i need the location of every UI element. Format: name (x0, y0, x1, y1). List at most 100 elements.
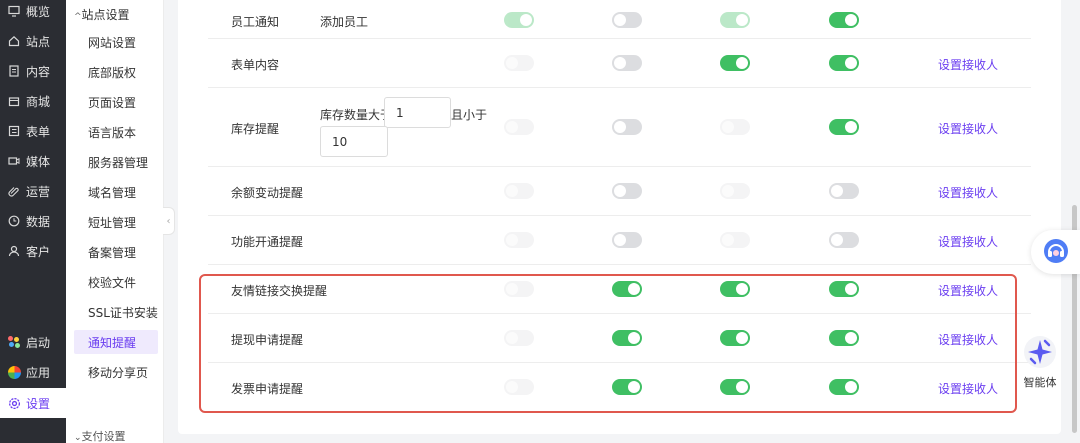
toggle-switch[interactable] (612, 12, 642, 28)
nav-item-overview[interactable]: 概览 (0, 0, 66, 26)
nav-label: 媒体 (26, 154, 51, 169)
document-icon (6, 65, 22, 77)
sub-nav-item[interactable]: 备案管理 (74, 240, 158, 264)
row-label: 库存提醒 (231, 122, 280, 136)
toggle-switch[interactable] (720, 183, 750, 199)
toggle-switch[interactable] (829, 119, 859, 135)
nav-label: 运营 (26, 184, 51, 199)
main-nav: 概览 站点 内容 商城 表单 媒体 运营 数据 客户 启动 应用 设置 (0, 0, 66, 443)
notification-row: 库存提醒 库存数量大于 1 且小于 10 设置接收人 (208, 88, 1031, 167)
nav-label: 数据 (26, 214, 51, 229)
toggle-switch[interactable] (612, 183, 642, 199)
nav-label: 客户 (26, 244, 51, 259)
toggle-switch[interactable] (829, 12, 859, 28)
toggle-switch[interactable] (829, 232, 859, 248)
toggle-switch[interactable] (504, 232, 534, 248)
set-recipients-link[interactable]: 设置接收人 (938, 233, 998, 250)
customer-service-button[interactable] (1031, 230, 1080, 274)
sub-nav-item[interactable]: SSL证书安装 (74, 300, 158, 324)
nav-item-operations[interactable]: 运营 (0, 176, 66, 206)
row-label: 员工通知 (231, 15, 280, 29)
nav-item-apps[interactable]: 应用 (0, 357, 66, 387)
collapse-sidebar-handle[interactable]: ‹ (163, 207, 175, 235)
gear-icon (6, 397, 22, 410)
form-icon (6, 125, 22, 137)
video-icon (6, 155, 22, 167)
chevron-down-icon: ⌄ (74, 433, 82, 443)
toggle-switch[interactable] (504, 12, 534, 28)
toggle-switch[interactable] (504, 55, 534, 71)
notification-row: 余额变动提醒 设置接收人 (208, 167, 1031, 216)
toggle-switch[interactable] (829, 183, 859, 199)
paperclip-icon (6, 185, 22, 197)
sub-nav: ^站点设置 网站设置 底部版权 页面设置 语言版本 服务器管理 域名管理 短址管… (66, 0, 164, 443)
nav-label: 站点 (26, 34, 51, 49)
stock-max-input[interactable]: 10 (320, 126, 388, 157)
clock-icon (6, 215, 22, 227)
agent-star-icon (1023, 336, 1057, 372)
smart-agent-label: 智能体 (1023, 376, 1057, 389)
nav-label: 内容 (26, 64, 51, 79)
sub-nav-item[interactable]: 校验文件 (74, 270, 158, 294)
sub-nav-item[interactable]: 移动分享页 (74, 360, 158, 384)
toggle-switch[interactable] (720, 12, 750, 28)
toggle-switch[interactable] (720, 119, 750, 135)
toggle-switch[interactable] (504, 183, 534, 199)
monitor-icon (6, 5, 22, 17)
set-recipients-link[interactable]: 设置接收人 (938, 184, 998, 201)
sub-nav-group-title[interactable]: ^站点设置 (74, 6, 130, 23)
nav-label: 商城 (26, 94, 51, 109)
nav-item-launch[interactable]: 启动 (0, 327, 66, 357)
sub-nav-item[interactable]: 网站设置 (74, 30, 158, 54)
set-recipients-link[interactable]: 设置接收人 (938, 120, 998, 137)
chevron-left-icon: ‹ (166, 215, 171, 227)
nav-label: 启动 (26, 335, 51, 350)
toggle-switch[interactable] (612, 119, 642, 135)
home-icon (6, 35, 22, 47)
row-label: 表单内容 (231, 58, 280, 72)
nav-label: 应用 (26, 365, 51, 380)
apps-pinwheel-icon (6, 365, 22, 379)
row-label: 功能开通提醒 (231, 235, 304, 249)
notification-row: 表单内容 设置接收人 (208, 39, 1031, 88)
sub-nav-item-active[interactable]: 通知提醒 (74, 330, 158, 354)
headset-icon (1041, 236, 1071, 269)
set-recipients-link[interactable]: 设置接收人 (938, 56, 998, 73)
chevron-up-icon: ^ (74, 12, 82, 22)
shop-icon (6, 95, 22, 107)
nav-item-site[interactable]: 站点 (0, 26, 66, 56)
user-icon (6, 245, 22, 257)
sub-nav-item[interactable]: 服务器管理 (74, 150, 158, 174)
nav-item-forms[interactable]: 表单 (0, 116, 66, 146)
toggle-switch[interactable] (829, 55, 859, 71)
stock-middle-label: 且小于 (451, 108, 488, 122)
sub-nav-item[interactable]: 短址管理 (74, 210, 158, 234)
toggle-switch[interactable] (504, 119, 534, 135)
row-label: 余额变动提醒 (231, 186, 304, 200)
sub-nav-item[interactable]: 页面设置 (74, 90, 158, 114)
stock-prefix-label: 库存数量大于 (320, 108, 393, 122)
nav-item-content[interactable]: 内容 (0, 56, 66, 86)
nav-item-customers[interactable]: 客户 (0, 236, 66, 266)
stock-min-input[interactable]: 1 (384, 97, 451, 128)
sub-nav-item[interactable]: 底部版权 (74, 60, 158, 84)
sub-nav-item[interactable]: 语言版本 (74, 120, 158, 144)
toggle-switch[interactable] (720, 55, 750, 71)
highlight-box (199, 274, 1017, 413)
nav-label: 设置 (26, 396, 51, 411)
nav-item-settings[interactable]: 设置 (0, 388, 66, 418)
smart-agent-button[interactable]: 智能体 (1020, 335, 1060, 390)
notification-row: 员工通知 添加员工 (208, 0, 1031, 39)
nav-label: 表单 (26, 124, 51, 139)
sub-nav-item[interactable]: 域名管理 (74, 180, 158, 204)
sub-nav-next-group[interactable]: ⌄支付设置 (74, 428, 126, 443)
toggle-switch[interactable] (612, 55, 642, 71)
notification-row: 功能开通提醒 设置接收人 (208, 216, 1031, 265)
row-extra-label: 添加员工 (320, 15, 369, 29)
nav-item-data[interactable]: 数据 (0, 206, 66, 236)
toggle-switch[interactable] (612, 232, 642, 248)
launch-dots-icon (6, 336, 22, 348)
toggle-switch[interactable] (720, 232, 750, 248)
nav-item-shop[interactable]: 商城 (0, 86, 66, 116)
nav-item-media[interactable]: 媒体 (0, 146, 66, 176)
